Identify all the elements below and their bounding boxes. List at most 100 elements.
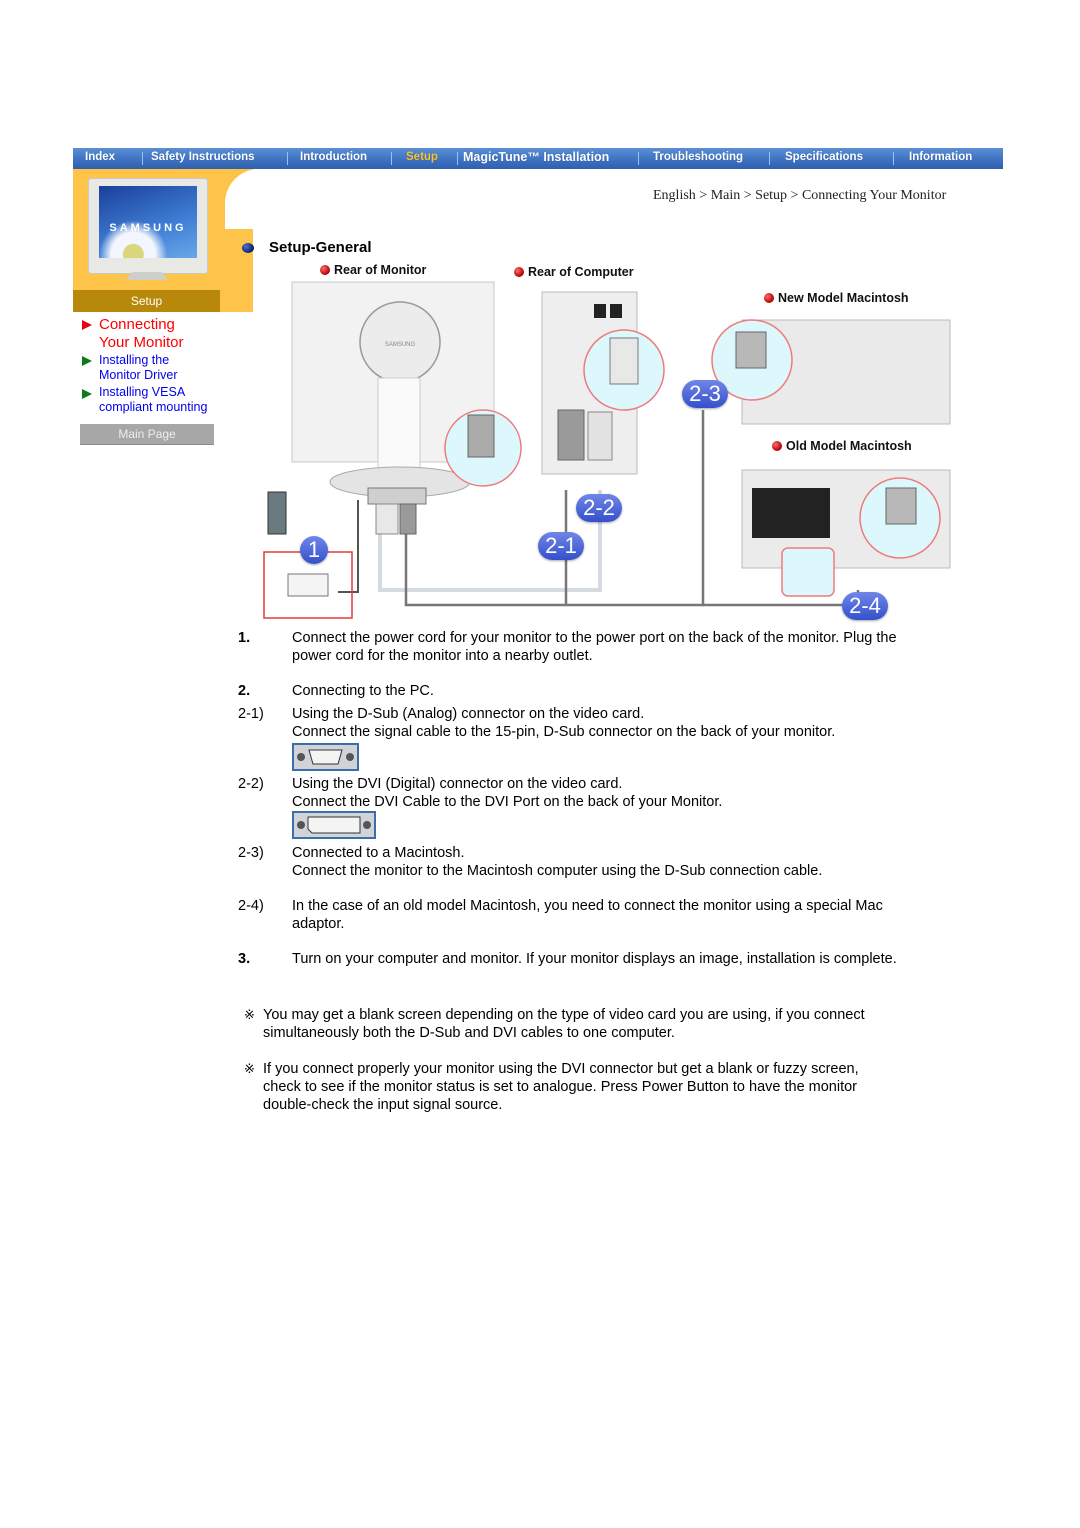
nav-separator <box>769 152 770 165</box>
sidebar-section-label: Setup <box>73 290 220 312</box>
step-text: Turn on your computer and monitor. If yo… <box>292 951 897 967</box>
step-number: 3. <box>238 951 251 967</box>
dvi-connector-icon <box>292 811 376 839</box>
step-number: 2-4) <box>238 898 264 914</box>
nav-specifications[interactable]: Specifications <box>785 151 863 163</box>
step-badge-2-1: 2-1 <box>538 532 584 560</box>
sidebar-link-installing-vesa-mounting[interactable]: Installing VESA compliant mounting <box>99 385 207 415</box>
new-model-mac-label: New Model Macintosh <box>764 291 909 305</box>
nav-separator <box>457 152 458 165</box>
current-page-arrow-icon <box>82 320 92 330</box>
sidebar-link-installing-monitor-driver[interactable]: Installing the Monitor Driver <box>99 353 178 383</box>
step-text: adaptor. <box>292 916 345 932</box>
bullet-icon <box>320 265 330 275</box>
monitor-bezel: SAMSUNG <box>88 178 208 274</box>
label-text: Rear of Monitor <box>334 263 427 277</box>
sidebar-link-connecting-your-monitor[interactable]: Connecting Your Monitor <box>99 316 184 352</box>
monitor-ports <box>367 487 427 505</box>
breadcrumb-current: Connecting Your Monitor <box>801 188 947 203</box>
nav-introduction[interactable]: Introduction <box>300 151 367 163</box>
breadcrumb-main[interactable]: Main <box>711 188 741 203</box>
sidebar-link-label: Your Monitor <box>99 334 184 351</box>
arrow-right-icon <box>82 356 92 366</box>
step-text: Connect the signal cable to the 15-pin, … <box>292 724 836 740</box>
section-title: Setup-General <box>269 239 372 256</box>
step-text: Connected to a Macintosh. <box>292 845 465 861</box>
arrow-right-icon <box>82 389 92 399</box>
nav-setup[interactable]: Setup <box>406 151 438 163</box>
monitor-brand-text: SAMSUNG <box>109 222 187 234</box>
nav-information[interactable]: Information <box>909 151 972 163</box>
old-model-mac-label: Old Model Macintosh <box>772 439 912 453</box>
sidebar-link-label: Monitor Driver <box>99 368 178 382</box>
monitor-rear-brand: SAMSUNG <box>385 342 416 348</box>
step-text: Connect the monitor to the Macintosh com… <box>292 863 823 879</box>
bullet-icon <box>772 441 782 451</box>
breadcrumb-separator: > <box>743 188 752 203</box>
sidebar-link-label: Connecting <box>99 316 175 333</box>
dsub-plug <box>399 503 417 535</box>
breadcrumb-separator: > <box>699 188 708 203</box>
pc-dsub-plug <box>557 409 585 461</box>
step-number: 2-2) <box>238 776 264 792</box>
step-badge-2-2: 2-2 <box>576 494 622 522</box>
label-text: Old Model Macintosh <box>786 439 912 453</box>
bullet-icon <box>242 243 254 253</box>
sidebar-link-label: Installing the <box>99 353 170 367</box>
sidebar-accent-strip <box>73 169 255 175</box>
nav-safety-instructions[interactable]: Safety Instructions <box>151 151 255 163</box>
note-text: You may get a blank screen depending on … <box>263 1007 865 1023</box>
monitor-illustration: SAMSUNG <box>88 178 208 286</box>
step-badge-1: 1 <box>300 536 328 564</box>
monitor-stand <box>126 272 168 280</box>
label-text: Rear of Computer <box>528 265 634 279</box>
power-cable <box>338 500 359 593</box>
step-text: power cord for the monitor into a nearby… <box>292 648 593 664</box>
nav-separator <box>287 152 288 165</box>
sidebar-link-label: Installing VESA <box>99 385 186 399</box>
reference-mark-icon: ※ <box>244 1007 255 1022</box>
top-navigation-bar: Index Safety Instructions Introduction S… <box>73 148 1003 169</box>
breadcrumb-separator: > <box>790 188 799 203</box>
pc-dvi-plug <box>587 411 613 461</box>
note-text: If you connect properly your monitor usi… <box>263 1061 859 1077</box>
dvi-connector-drawing <box>297 816 371 834</box>
nav-separator <box>391 152 392 165</box>
computer-port <box>610 304 622 318</box>
rear-of-computer-label: Rear of Computer <box>514 265 634 279</box>
mac-adapter-detail <box>781 547 835 597</box>
dsub-connector-detail <box>467 414 495 458</box>
old-mac-vent <box>752 488 830 538</box>
breadcrumb-setup[interactable]: Setup <box>755 188 787 203</box>
mac-connector-detail <box>885 487 917 525</box>
reference-mark-icon: ※ <box>244 1061 255 1076</box>
connection-diagram: SAMSUNG Rear of Monitor Rear of Computer <box>258 260 958 622</box>
step-text: Using the D-Sub (Analog) connector on th… <box>292 706 645 722</box>
nav-troubleshooting[interactable]: Troubleshooting <box>653 151 743 163</box>
step-text: Using the DVI (Digital) connector on the… <box>292 776 623 792</box>
step-text: Connecting to the PC. <box>292 683 434 699</box>
breadcrumb: English > Main > Setup > Connecting Your… <box>653 188 946 204</box>
nav-magictune-installation[interactable]: MagicTune™ Installation <box>463 150 609 164</box>
step-badge-2-3: 2-3 <box>682 380 728 408</box>
bullet-icon <box>514 267 524 277</box>
nav-separator <box>893 152 894 165</box>
main-page-button[interactable]: Main Page <box>80 424 214 445</box>
note-text: double-check the input signal source. <box>263 1097 503 1113</box>
breadcrumb-english[interactable]: English <box>653 188 696 203</box>
nav-separator <box>142 152 143 165</box>
note-text: simultaneously both the D-Sub and DVI ca… <box>263 1025 675 1041</box>
nav-separator <box>638 152 639 165</box>
monitor-stand-neck <box>377 377 421 479</box>
computer-port <box>594 304 606 318</box>
mac-cable <box>703 590 860 607</box>
rear-of-monitor-label: Rear of Monitor <box>320 263 426 277</box>
note-text: check to see if the monitor status is se… <box>263 1079 858 1095</box>
sidebar-link-label: compliant mounting <box>99 400 208 414</box>
bullet-icon <box>764 293 774 303</box>
step-number: 2. <box>238 683 251 699</box>
nav-index[interactable]: Index <box>85 151 115 163</box>
step-number: 1. <box>238 630 251 646</box>
dvi-connector-detail <box>609 337 639 385</box>
power-adapter <box>287 573 329 597</box>
